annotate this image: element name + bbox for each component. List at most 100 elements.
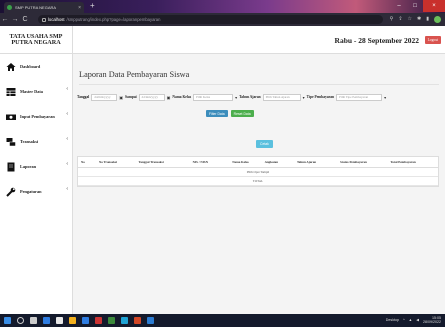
browser-extensions: ⚲ ⇪ ☆ ✱ ▮ [390,16,441,23]
chevron-left-icon: ‹ [66,111,68,117]
filter-bar: Tanggal dd/mm/yyyy ▣ Sampai dd/mm/yyyy ▣… [77,92,386,102]
app-sidebar: TATA USAHA SMP PUTRA NEGARA Dashboard Ma… [0,26,73,314]
print-button[interactable]: Cetak [256,140,273,148]
address-bar[interactable]: localhost /smpputrang/index.php?page=lap… [38,15,383,24]
bookmark-star-icon[interactable]: ☆ [408,16,412,23]
minimize-button[interactable]: – [391,0,407,12]
extensions-icon[interactable]: ✱ [417,16,421,23]
search-icon[interactable]: ⚲ [390,16,394,23]
chevron-left-icon: ‹ [66,161,68,167]
site-info-icon[interactable] [42,17,46,22]
tahun-ajaran-select-value: Pilih Tahun Ajaran [265,95,290,99]
tanggal-date-input[interactable]: dd/mm/yyyy [91,93,118,101]
column-header: Nama Kelas [229,157,262,168]
forward-button[interactable]: → [10,16,20,23]
tanggal-label: Tanggal [77,95,90,99]
chevron-down-icon: ▾ [302,94,305,100]
browser-toolbar: ← → C localhost /smpputrang/index.php?pa… [0,13,445,26]
sidebar-item-label: Transaksi [20,139,39,144]
taskbar-app-icon[interactable] [108,317,115,324]
sidebar-item-transaksi[interactable]: Transaksi ‹ [0,129,72,154]
chevron-down-icon: ▾ [235,94,238,100]
book-icon [6,162,16,172]
reset-button[interactable]: Reset Data [230,110,254,117]
reload-button[interactable]: C [20,16,30,23]
sidebar-item-label: Laporan [20,164,36,169]
new-tab-button[interactable]: + [90,2,95,10]
browser-titlebar: SMP PUTRA NEGARA × + – □ × [0,0,445,13]
calendar-icon[interactable]: ▣ [167,95,171,100]
calendar-icon[interactable]: ▣ [119,95,123,100]
current-date: Rabu - 28 September 2022 [334,36,419,45]
column-header: Tanggal Transaksi [135,157,190,168]
sidebar-item-dashboard[interactable]: Dashboard [0,54,72,79]
task-view-icon[interactable] [30,317,37,324]
chevron-left-icon: ‹ [66,86,68,92]
wrench-icon [6,187,16,197]
column-header: Status Pembayaran [337,157,388,168]
share-icon[interactable]: ⇪ [398,16,402,23]
main-content: Laporan Data Pembayaran Siswa Tanggal dd… [73,54,445,314]
tipe-pembayaran-select[interactable]: Pilih Tipe Pembayaran [336,93,383,101]
system-tray: Desktop ^ ▲ ◀ 15:05 28/09/2022 [386,316,441,324]
taskbar-search-icon[interactable] [17,317,24,324]
taskbar-app-icon[interactable] [121,317,128,324]
logout-button[interactable]: Logout [424,36,441,44]
tab-close-icon[interactable]: × [78,5,81,11]
sidebar-icon[interactable]: ▮ [426,16,429,23]
sidebar-item-label: Master Data [20,89,43,94]
chevron-down-icon: ▾ [384,94,387,100]
os-taskbar: Desktop ^ ▲ ◀ 15:05 28/09/2022 [0,314,445,327]
taskbar-app-icon[interactable] [43,317,50,324]
taskbar-clock[interactable]: 15:05 28/09/2022 [423,316,441,324]
sidebar-item-pengaturan[interactable]: Pengaturan ‹ [0,179,72,204]
tahun-ajaran-label: Tahun Ajaran [239,95,261,99]
tray-chevron-icon[interactable]: ^ [403,318,405,322]
windows-start-icon[interactable] [4,317,11,324]
tahun-ajaran-select[interactable]: Pilih Tahun Ajaran [262,93,301,101]
sampai-date-input[interactable]: dd/mm/yyyy [138,93,165,101]
kelas-select[interactable]: Pilih Kelas [193,93,234,101]
column-header: NIS / NISN [189,157,230,168]
volume-icon[interactable]: ◀ [416,318,419,322]
browser-tab[interactable]: SMP PUTRA NEGARA × [4,2,84,13]
desktop-label[interactable]: Desktop [386,318,399,322]
tab-title: SMP PUTRA NEGARA [15,5,57,10]
network-icon[interactable]: ▲ [409,318,413,322]
taskbar-app-icon[interactable] [69,317,76,324]
taskbar-app-icon[interactable] [82,317,89,324]
column-header: Total Pembayaran [387,157,438,168]
sidebar-item-master-data[interactable]: Master Data ‹ [0,79,72,104]
window-close-button[interactable]: × [423,0,445,12]
column-header: No Transaksi [96,157,136,168]
page-title: Laporan Data Pembayaran Siswa [79,70,190,79]
table-header-row: No No Transaksi Tanggal Transaksi NIS / … [78,157,438,168]
report-table: No No Transaksi Tanggal Transaksi NIS / … [77,156,439,187]
table-icon [6,87,16,97]
app-header: Rabu - 28 September 2022 Logout [73,26,445,54]
brand-title: TATA USAHA SMP PUTRA NEGARA [0,26,72,54]
chevron-left-icon: ‹ [66,186,68,192]
tipe-pembayaran-select-value: Pilih Tipe Pembayaran [339,95,369,99]
money-icon [6,112,16,122]
table-total-row: TOTAL [78,176,438,186]
total-label: TOTAL [78,176,438,186]
favicon-icon [7,5,12,10]
exchange-icon [6,137,16,147]
filter-button[interactable]: Filter Data [206,110,228,117]
profile-avatar[interactable] [434,16,441,23]
taskbar-app-icon[interactable] [56,317,63,324]
url-path: /smpputrang/index.php?page=laporanpembay… [66,17,161,22]
sidebar-item-input-pembayaran[interactable]: Input Pembayaran ‹ [0,104,72,129]
back-button[interactable]: ← [0,16,10,23]
kelas-select-value: Pilih Kelas [196,95,211,99]
clock-date: 28/09/2022 [423,320,441,324]
taskbar-app-icon[interactable] [95,317,102,324]
column-header: Tahun Ajaran [293,157,338,168]
window-controls: – □ × [391,0,445,12]
taskbar-app-icon[interactable] [147,317,154,324]
taskbar-app-icon[interactable] [134,317,141,324]
maximize-button[interactable]: □ [407,0,423,12]
column-header: Angkatan [261,157,294,168]
sidebar-item-laporan[interactable]: Laporan ‹ [0,154,72,179]
